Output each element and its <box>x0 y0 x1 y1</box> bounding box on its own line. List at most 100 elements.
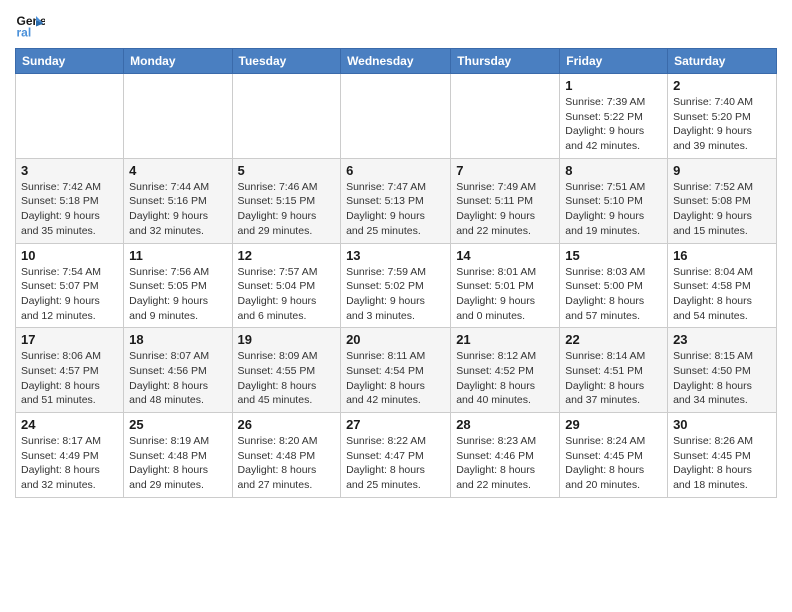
day-number: 11 <box>129 248 226 263</box>
calendar-cell: 28 Sunrise: 8:23 AM Sunset: 4:46 PM Dayli… <box>451 413 560 498</box>
day-number: 1 <box>565 78 662 93</box>
calendar-cell: 22 Sunrise: 8:14 AM Sunset: 4:51 PM Dayli… <box>560 328 668 413</box>
day-info: Sunrise: 7:42 AM Sunset: 5:18 PM Dayligh… <box>21 180 118 239</box>
day-number: 25 <box>129 417 226 432</box>
calendar-cell: 14 Sunrise: 8:01 AM Sunset: 5:01 PM Dayli… <box>451 243 560 328</box>
calendar-cell: 25 Sunrise: 8:19 AM Sunset: 4:48 PM Dayli… <box>124 413 232 498</box>
day-info: Sunrise: 8:11 AM Sunset: 4:54 PM Dayligh… <box>346 349 445 408</box>
calendar-week-2: 3Sunrise: 7:42 AM Sunset: 5:18 PM Daylig… <box>16 158 777 243</box>
weekday-header-sunday: Sunday <box>16 49 124 74</box>
calendar-cell: 6Sunrise: 7:47 AM Sunset: 5:13 PM Daylig… <box>341 158 451 243</box>
calendar-cell: 27 Sunrise: 8:22 AM Sunset: 4:47 PM Dayli… <box>341 413 451 498</box>
day-number: 23 <box>673 332 771 347</box>
day-info: Sunrise: 7:54 AM Sunset: 5:07 PM Dayligh… <box>21 265 118 324</box>
calendar-cell: 12 Sunrise: 7:57 AM Sunset: 5:04 PM Dayli… <box>232 243 341 328</box>
day-info: Sunrise: 7:57 AM Sunset: 5:04 PM Dayligh… <box>238 265 336 324</box>
calendar-cell: 20 Sunrise: 8:11 AM Sunset: 4:54 PM Dayli… <box>341 328 451 413</box>
svg-text:ral: ral <box>17 25 32 39</box>
day-info: Sunrise: 8:17 AM Sunset: 4:49 PM Dayligh… <box>21 434 118 493</box>
weekday-header-saturday: Saturday <box>668 49 777 74</box>
day-number: 9 <box>673 163 771 178</box>
page-header: Gene ral <box>15 10 777 40</box>
calendar-cell: 1 Sunrise: 7:39 AM Sunset: 5:22 PM Daylig… <box>560 74 668 159</box>
calendar-cell: 24 Sunrise: 8:17 AM Sunset: 4:49 PM Dayli… <box>16 413 124 498</box>
weekday-header-thursday: Thursday <box>451 49 560 74</box>
day-info: Sunrise: 8:20 AM Sunset: 4:48 PM Dayligh… <box>238 434 336 493</box>
weekday-header-tuesday: Tuesday <box>232 49 341 74</box>
day-info: Sunrise: 8:06 AM Sunset: 4:57 PM Dayligh… <box>21 349 118 408</box>
day-info: Sunrise: 7:56 AM Sunset: 5:05 PM Dayligh… <box>129 265 226 324</box>
day-info: Sunrise: 8:22 AM Sunset: 4:47 PM Dayligh… <box>346 434 445 493</box>
day-number: 8 <box>565 163 662 178</box>
calendar-week-3: 10 Sunrise: 7:54 AM Sunset: 5:07 PM Dayli… <box>16 243 777 328</box>
day-number: 15 <box>565 248 662 263</box>
calendar-cell: 2 Sunrise: 7:40 AM Sunset: 5:20 PM Daylig… <box>668 74 777 159</box>
day-number: 26 <box>238 417 336 432</box>
page-container: Gene ral SundayMondayTuesdayWednesdayThu… <box>0 0 792 508</box>
day-info: Sunrise: 7:39 AM Sunset: 5:22 PM Dayligh… <box>565 95 662 154</box>
day-info: Sunrise: 7:51 AM Sunset: 5:10 PM Dayligh… <box>565 180 662 239</box>
day-info: Sunrise: 7:49 AM Sunset: 5:11 PM Dayligh… <box>456 180 554 239</box>
day-number: 20 <box>346 332 445 347</box>
weekday-header-wednesday: Wednesday <box>341 49 451 74</box>
calendar-cell: 15 Sunrise: 8:03 AM Sunset: 5:00 PM Dayli… <box>560 243 668 328</box>
calendar-table: SundayMondayTuesdayWednesdayThursdayFrid… <box>15 48 777 498</box>
calendar-cell: 5Sunrise: 7:46 AM Sunset: 5:15 PM Daylig… <box>232 158 341 243</box>
weekday-header-friday: Friday <box>560 49 668 74</box>
day-info: Sunrise: 8:12 AM Sunset: 4:52 PM Dayligh… <box>456 349 554 408</box>
day-info: Sunrise: 8:01 AM Sunset: 5:01 PM Dayligh… <box>456 265 554 324</box>
day-number: 17 <box>21 332 118 347</box>
day-info: Sunrise: 7:40 AM Sunset: 5:20 PM Dayligh… <box>673 95 771 154</box>
calendar-cell: 10 Sunrise: 7:54 AM Sunset: 5:07 PM Dayli… <box>16 243 124 328</box>
day-number: 22 <box>565 332 662 347</box>
day-info: Sunrise: 8:03 AM Sunset: 5:00 PM Dayligh… <box>565 265 662 324</box>
calendar-cell <box>451 74 560 159</box>
day-number: 27 <box>346 417 445 432</box>
day-info: Sunrise: 8:14 AM Sunset: 4:51 PM Dayligh… <box>565 349 662 408</box>
calendar-cell: 7 Sunrise: 7:49 AM Sunset: 5:11 PM Daylig… <box>451 158 560 243</box>
day-info: Sunrise: 8:15 AM Sunset: 4:50 PM Dayligh… <box>673 349 771 408</box>
calendar-cell <box>124 74 232 159</box>
calendar-cell: 30Sunrise: 8:26 AM Sunset: 4:45 PM Dayli… <box>668 413 777 498</box>
day-number: 4 <box>129 163 226 178</box>
day-number: 19 <box>238 332 336 347</box>
calendar-cell: 11 Sunrise: 7:56 AM Sunset: 5:05 PM Dayli… <box>124 243 232 328</box>
calendar-cell: 16Sunrise: 8:04 AM Sunset: 4:58 PM Dayli… <box>668 243 777 328</box>
calendar-week-4: 17 Sunrise: 8:06 AM Sunset: 4:57 PM Dayli… <box>16 328 777 413</box>
calendar-cell: 8 Sunrise: 7:51 AM Sunset: 5:10 PM Daylig… <box>560 158 668 243</box>
day-number: 7 <box>456 163 554 178</box>
calendar-cell: 4 Sunrise: 7:44 AM Sunset: 5:16 PM Daylig… <box>124 158 232 243</box>
day-number: 6 <box>346 163 445 178</box>
day-info: Sunrise: 7:44 AM Sunset: 5:16 PM Dayligh… <box>129 180 226 239</box>
day-number: 30 <box>673 417 771 432</box>
calendar-cell: 3Sunrise: 7:42 AM Sunset: 5:18 PM Daylig… <box>16 158 124 243</box>
calendar-cell: 18 Sunrise: 8:07 AM Sunset: 4:56 PM Dayli… <box>124 328 232 413</box>
calendar-cell: 9 Sunrise: 7:52 AM Sunset: 5:08 PM Daylig… <box>668 158 777 243</box>
day-number: 18 <box>129 332 226 347</box>
day-number: 10 <box>21 248 118 263</box>
day-number: 24 <box>21 417 118 432</box>
calendar-header-row: SundayMondayTuesdayWednesdayThursdayFrid… <box>16 49 777 74</box>
day-info: Sunrise: 8:19 AM Sunset: 4:48 PM Dayligh… <box>129 434 226 493</box>
calendar-week-1: 1 Sunrise: 7:39 AM Sunset: 5:22 PM Daylig… <box>16 74 777 159</box>
weekday-header-monday: Monday <box>124 49 232 74</box>
day-info: Sunrise: 8:09 AM Sunset: 4:55 PM Dayligh… <box>238 349 336 408</box>
day-info: Sunrise: 7:52 AM Sunset: 5:08 PM Dayligh… <box>673 180 771 239</box>
day-info: Sunrise: 8:23 AM Sunset: 4:46 PM Dayligh… <box>456 434 554 493</box>
calendar-cell: 13Sunrise: 7:59 AM Sunset: 5:02 PM Dayli… <box>341 243 451 328</box>
day-number: 12 <box>238 248 336 263</box>
calendar-week-5: 24 Sunrise: 8:17 AM Sunset: 4:49 PM Dayli… <box>16 413 777 498</box>
calendar-cell: 26 Sunrise: 8:20 AM Sunset: 4:48 PM Dayli… <box>232 413 341 498</box>
day-number: 29 <box>565 417 662 432</box>
day-number: 21 <box>456 332 554 347</box>
day-number: 28 <box>456 417 554 432</box>
calendar-cell: 29Sunrise: 8:24 AM Sunset: 4:45 PM Dayli… <box>560 413 668 498</box>
day-info: Sunrise: 8:07 AM Sunset: 4:56 PM Dayligh… <box>129 349 226 408</box>
calendar-cell <box>341 74 451 159</box>
day-number: 2 <box>673 78 771 93</box>
calendar-cell <box>16 74 124 159</box>
calendar-cell: 19 Sunrise: 8:09 AM Sunset: 4:55 PM Dayli… <box>232 328 341 413</box>
day-number: 14 <box>456 248 554 263</box>
day-number: 13 <box>346 248 445 263</box>
day-number: 16 <box>673 248 771 263</box>
